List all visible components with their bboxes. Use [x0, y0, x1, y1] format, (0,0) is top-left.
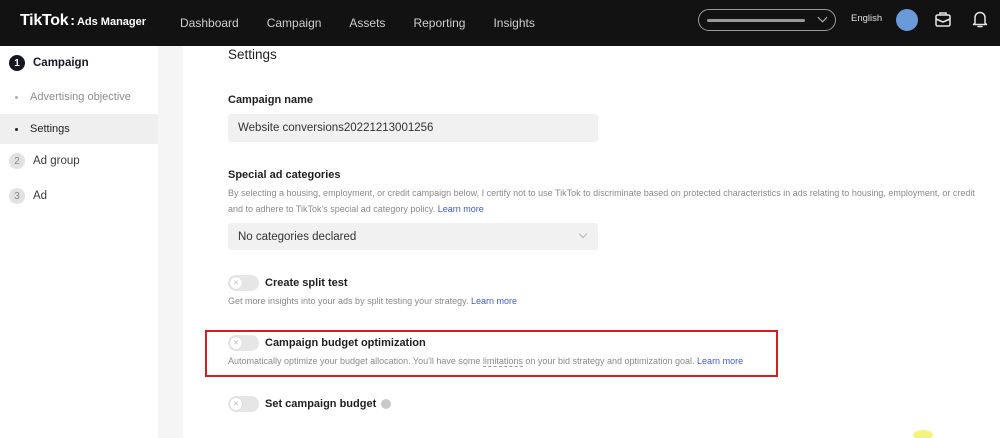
- substep-label: Settings: [30, 123, 70, 135]
- set-campaign-budget-toggle[interactable]: ✕: [228, 396, 259, 412]
- main-nav: Dashboard Campaign Assets Reporting Insi…: [180, 0, 563, 46]
- special-ad-categories-help: By selecting a housing, employment, or c…: [228, 185, 998, 217]
- info-icon[interactable]: [381, 399, 392, 409]
- step-number-badge: 3: [9, 188, 25, 204]
- set-campaign-budget-row: ✕ Set campaign budget: [228, 396, 392, 412]
- selected-category: No categories declared: [238, 230, 357, 243]
- avatar[interactable]: [896, 9, 918, 31]
- learn-more-link[interactable]: Learn more: [697, 356, 743, 366]
- special-ad-categories-select[interactable]: No categories declared: [228, 223, 598, 250]
- step-number-badge: 1: [9, 55, 25, 71]
- sidebar-substep-advertising-objective[interactable]: Advertising objective: [0, 82, 158, 112]
- budget-optimization-row: ✕ Campaign budget optimization: [228, 335, 426, 351]
- logo-separator: :: [70, 12, 75, 28]
- nav-campaign[interactable]: Campaign: [267, 16, 322, 30]
- top-navigation-bar: TikTok : Ads Manager Dashboard Campaign …: [0, 0, 1000, 46]
- nav-assets[interactable]: Assets: [349, 16, 385, 30]
- special-ad-categories-label: Special ad categories: [228, 169, 341, 181]
- set-campaign-budget-label: Set campaign budget: [265, 398, 377, 410]
- nav-reporting[interactable]: Reporting: [413, 16, 465, 30]
- tiktok-ads-manager-logo[interactable]: TikTok : Ads Manager: [20, 12, 146, 30]
- split-test-toggle[interactable]: ✕: [228, 275, 259, 291]
- bullet-icon: [15, 127, 18, 131]
- step-label: Campaign: [33, 57, 89, 69]
- account-selector[interactable]: [698, 9, 836, 31]
- help-text-line: By selecting a housing, employment, or c…: [228, 188, 975, 198]
- nav-insights[interactable]: Insights: [493, 16, 534, 30]
- budget-optimization-help: Automatically optimize your budget alloc…: [228, 353, 743, 369]
- toggle-off-icon: ✕: [230, 277, 242, 289]
- sidebar-step-ad-group[interactable]: 2 Ad group: [0, 153, 158, 169]
- help-text: Automatically optimize your budget alloc…: [228, 356, 481, 366]
- settings-panel: Settings Campaign name Website conversio…: [183, 46, 1000, 438]
- nav-dashboard[interactable]: Dashboard: [180, 16, 239, 30]
- sidebar-step-campaign[interactable]: 1 Campaign: [0, 55, 158, 71]
- budget-optimization-label: Campaign budget optimization: [265, 337, 426, 349]
- step-label: Ad group: [33, 155, 80, 167]
- split-test-help: Get more insights into your ads by split…: [228, 293, 517, 309]
- chevron-down-icon: [578, 229, 588, 239]
- campaign-steps-sidebar: 1 Campaign Advertising objective Setting…: [0, 46, 158, 438]
- split-test-row: ✕ Create split test: [228, 275, 348, 291]
- page-title: Settings: [228, 47, 277, 62]
- step-label: Ad: [33, 190, 48, 202]
- bell-icon[interactable]: [971, 9, 989, 29]
- sidebar-step-ad[interactable]: 3 Ad: [0, 188, 158, 204]
- toggle-off-icon: ✕: [230, 398, 242, 410]
- sidebar-substep-settings[interactable]: Settings: [0, 114, 158, 144]
- toolbox-icon[interactable]: [934, 10, 952, 28]
- substep-label: Advertising objective: [30, 91, 131, 103]
- campaign-name-input[interactable]: Website conversions20221213001256: [228, 114, 598, 142]
- logo-sub-text: Ads Manager: [76, 16, 147, 28]
- chevron-down-icon: [817, 12, 828, 23]
- learn-more-link[interactable]: Learn more: [438, 204, 484, 214]
- limitations-link[interactable]: limitations: [482, 356, 523, 367]
- account-name-redacted: [707, 18, 805, 22]
- step-number-badge: 2: [9, 153, 25, 169]
- campaign-name-label: Campaign name: [228, 94, 313, 106]
- split-test-label: Create split test: [265, 277, 348, 289]
- budget-optimization-toggle[interactable]: ✕: [228, 335, 259, 351]
- language-selector[interactable]: English: [851, 13, 882, 24]
- cursor-highlight: [913, 430, 933, 438]
- logo-main-text: TikTok: [20, 12, 69, 29]
- bullet-icon: [15, 95, 18, 99]
- help-text: Get more insights into your ads by split…: [228, 296, 469, 306]
- campaign-name-value: Website conversions20221213001256: [238, 122, 434, 134]
- help-text-line: and to adhere to TikTok's special ad cat…: [228, 204, 436, 214]
- help-text: on your bid strategy and optimization go…: [525, 356, 695, 366]
- toggle-off-icon: ✕: [230, 337, 242, 349]
- learn-more-link[interactable]: Learn more: [471, 296, 517, 306]
